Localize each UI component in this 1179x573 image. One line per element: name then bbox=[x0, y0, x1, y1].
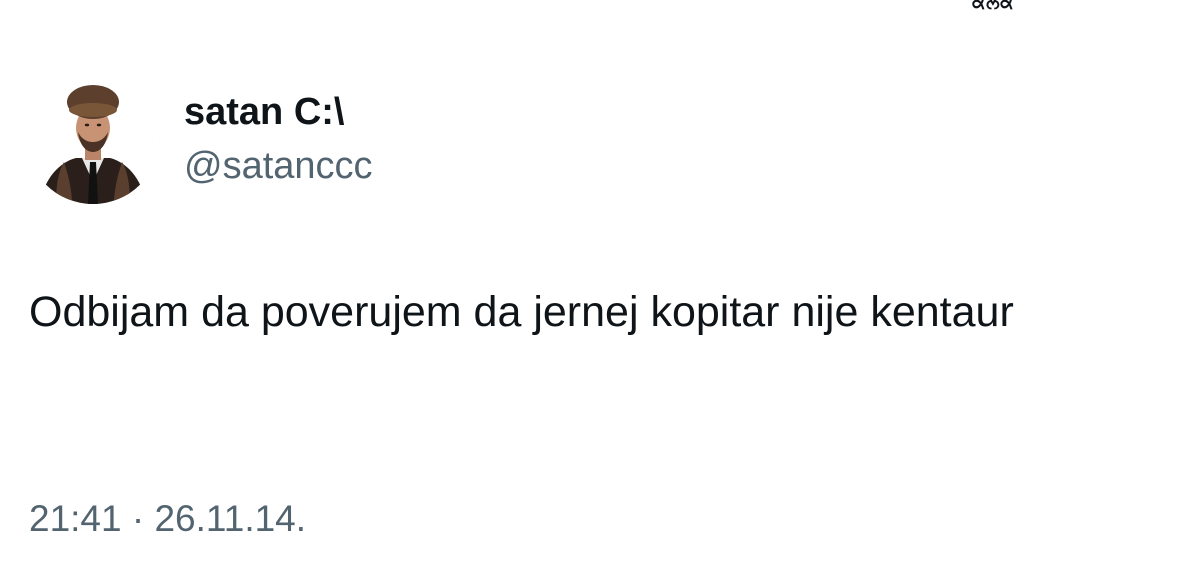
avatar-portrait-icon bbox=[26, 70, 160, 204]
tweet-timestamp[interactable]: 21:41 · 26.11.14. bbox=[29, 496, 306, 542]
clipped-top-text: ਕਲਕ bbox=[972, 0, 1015, 13]
user-handle[interactable]: @satanccc bbox=[184, 142, 373, 190]
tweet-text: Odbijam da poverujem da jernej kopitar n… bbox=[29, 288, 1014, 336]
tweet-time[interactable]: 21:41 bbox=[29, 498, 122, 539]
display-name[interactable]: satan C:\ bbox=[184, 88, 344, 136]
tweet-date[interactable]: 26.11.14. bbox=[154, 498, 306, 539]
timestamp-separator: · bbox=[131, 498, 145, 539]
avatar[interactable] bbox=[26, 70, 160, 204]
